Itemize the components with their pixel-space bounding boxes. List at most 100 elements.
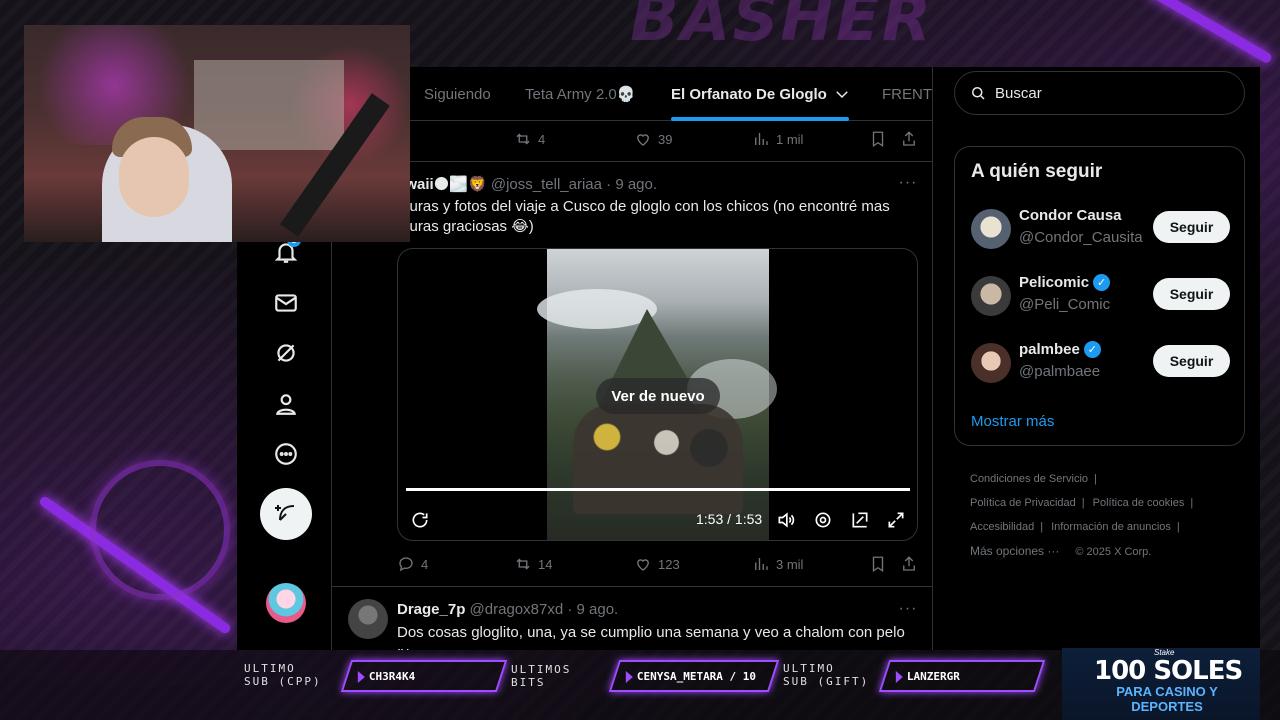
compose-post-button[interactable] [260, 488, 312, 540]
last-bits-box: CENYSA_METARA / 10 [608, 660, 780, 692]
author-handle[interactable]: @dragox87xd [470, 601, 564, 618]
user-handle: @palmbaee [1019, 363, 1101, 380]
like-button[interactable]: 39 [634, 130, 672, 148]
share-icon [903, 131, 915, 146]
nav-grok[interactable] [261, 328, 311, 378]
follow-suggestion[interactable]: Pelicomic ✓ @Peli_Comic Seguir [955, 266, 1246, 326]
follow-suggestion[interactable]: palmbee ✓ @palmbaee Seguir [955, 333, 1246, 393]
neon-swirl [90, 460, 230, 600]
more-circle-icon [275, 443, 297, 465]
bookmark-icon [872, 131, 884, 148]
video-player[interactable]: Ver de nuevo 1:53 / 1:53 [397, 248, 918, 541]
nav-more[interactable] [261, 429, 311, 479]
views-icon [755, 558, 768, 570]
last-sub-label: ULTIMO SUB (CPP) [244, 662, 322, 688]
author-name[interactable]: Jwaii🌑🌫️🦁 [397, 176, 487, 193]
follow-button[interactable]: Seguir [1153, 345, 1230, 377]
account-avatar[interactable] [266, 583, 306, 623]
tab-teta-army[interactable]: Teta Army 2.0💀 [525, 67, 635, 121]
follow-suggestion[interactable]: Condor Causa @Condor_Causita Seguir [955, 199, 1246, 259]
who-to-follow-title: A quién seguir [971, 161, 1103, 182]
grok-icon [277, 344, 295, 362]
video-progress-bar[interactable] [406, 488, 910, 491]
shelf [194, 60, 344, 150]
share-icon [903, 556, 915, 571]
tab-siguiendo[interactable]: Siguiendo [424, 67, 491, 121]
nav-profile[interactable] [261, 379, 311, 429]
bookmark-button[interactable] [869, 130, 887, 148]
footer-link[interactable]: Condiciones de Servicio [970, 473, 1088, 485]
tweet-text: Dos cosas gloglito, una, ya se cumplio u… [397, 624, 905, 650]
pip-control[interactable] [848, 508, 872, 532]
search-icon [972, 87, 985, 100]
nav-messages[interactable] [261, 278, 311, 328]
group-photo [573, 404, 743, 514]
replay-button[interactable]: Ver de nuevo [596, 378, 720, 414]
author-name[interactable]: Drage_7p [397, 601, 465, 618]
bookmark-button[interactable] [869, 555, 887, 573]
tab-frente[interactable]: FRENTE [882, 67, 932, 121]
video-controls: 1:53 / 1:53 [398, 505, 917, 535]
feather-plus-icon [275, 505, 295, 521]
footer-link[interactable]: Política de cookies [1093, 497, 1185, 509]
copyright: © 2025 X Corp. [1075, 546, 1152, 558]
streamer-head [119, 137, 189, 217]
user-handle: @Peli_Comic [1019, 296, 1111, 313]
footer-link[interactable]: Política de Privacidad [970, 497, 1076, 509]
more-options-icon[interactable]: ··· [898, 173, 918, 193]
author-handle[interactable]: @joss_tell_ariaa [491, 176, 602, 193]
views-button[interactable]: 3 mil [752, 555, 803, 573]
last-gift-box: LANZERGR [878, 660, 1046, 692]
user-name: Pelicomic ✓ [1019, 274, 1111, 291]
replay-control[interactable] [408, 508, 432, 532]
gear-icon [815, 512, 831, 528]
footer-link[interactable]: Accesibilidad [970, 521, 1034, 533]
retweet-button[interactable]: 14 [514, 555, 552, 573]
search-placeholder: Buscar [995, 84, 1042, 102]
webcam-overlay [24, 25, 410, 242]
show-more-link[interactable]: Mostrar más [971, 413, 1054, 430]
last-gift-label: ULTIMO SUB (GIFT) [783, 662, 870, 688]
promo-title: 100 SOLES [1094, 656, 1243, 686]
user-name: Condor Causa [1019, 207, 1122, 224]
search-input[interactable]: Buscar [954, 71, 1245, 115]
tweet-header: Drage_7p @dragox87xd · 9 ago. [397, 601, 618, 618]
right-sidebar: Buscar A quién seguir Condor Causa @Cond… [954, 67, 1260, 650]
views-icon [755, 133, 768, 145]
tab-el-orfanato[interactable]: El Orfanato De Gloglo [671, 67, 851, 121]
mail-icon [275, 294, 297, 312]
settings-control[interactable] [811, 508, 835, 532]
heart-icon [637, 559, 649, 571]
avatar [971, 276, 1011, 316]
picture-in-picture-icon [852, 512, 868, 528]
verified-badge-icon: ✓ [1083, 341, 1101, 358]
like-button[interactable]: 123 [634, 555, 680, 573]
volume-control[interactable] [774, 508, 798, 532]
more-options-icon[interactable]: ··· [898, 599, 918, 619]
who-to-follow: A quién seguir Condor Causa @Condor_Caus… [954, 146, 1245, 446]
views-button[interactable]: 1 mil [752, 130, 803, 148]
tweet-actions: 4 14 123 3 mil [397, 552, 922, 576]
more-options-link[interactable]: Más opciones ··· [970, 544, 1059, 558]
reply-button[interactable]: 4 [397, 555, 428, 573]
tweet-divider [332, 161, 932, 162]
chevron-down-icon [836, 91, 848, 99]
footer-link[interactable]: Información de anuncios [1051, 521, 1171, 533]
follow-button[interactable]: Seguir [1153, 278, 1230, 310]
tweet-header: Jwaii🌑🌫️🦁 @joss_tell_ariaa · 9 ago. [397, 175, 657, 193]
timeline-tabs: Siguiendo Teta Army 2.0💀 El Orfanato De … [332, 67, 932, 121]
fullscreen-control[interactable] [884, 508, 908, 532]
share-button[interactable] [900, 130, 918, 148]
promo-subtitle: PARA CASINO Y DEPORTES [1116, 684, 1218, 714]
share-button[interactable] [900, 555, 918, 573]
follow-button[interactable]: Seguir [1153, 211, 1230, 243]
video-time: 1:53 / 1:53 [696, 511, 763, 527]
tweet-date[interactable]: · 9 ago. [567, 601, 618, 618]
promo-banner: Stake 100 SOLES PARA CASINO Y DEPORTES [1062, 648, 1260, 720]
retweet-button[interactable]: 4 [514, 130, 545, 148]
tweet-divider [332, 586, 932, 587]
prev-tweet-actions: 2 4 39 1 mil [397, 127, 922, 151]
tweet-date[interactable]: · 9 ago. [606, 176, 657, 193]
author-avatar[interactable] [348, 599, 388, 639]
tweet-text: pturas y fotos del viaje a Cusco de glog… [397, 198, 890, 235]
